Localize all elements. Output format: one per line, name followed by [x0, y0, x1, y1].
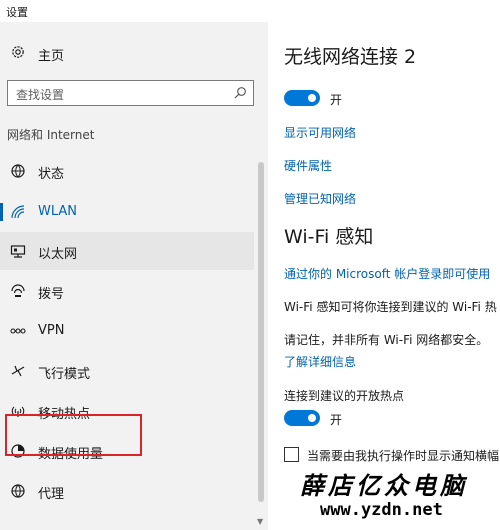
open-hotspots-toggle[interactable]	[284, 410, 320, 426]
sidebar-scrollbar[interactable]: ▼	[254, 22, 268, 530]
microsoft-account-link[interactable]: 通过你的 Microsoft 帐户登录即可使用	[284, 265, 490, 282]
scroll-down-icon[interactable]: ▼	[257, 517, 263, 526]
watermark: 薛店亿众电脑 www.yzdn.net	[300, 466, 496, 526]
sidebar-home-label: 主页	[38, 49, 65, 64]
wifi-sense-title: Wi-Fi 感知	[284, 226, 374, 248]
sidebar-item-label: 飞行模式	[38, 367, 91, 382]
sidebar-item-dialup[interactable]: 拨号	[0, 272, 262, 310]
sidebar-item-airplane[interactable]: 飞行模式	[0, 352, 262, 390]
gear-icon	[10, 44, 26, 60]
manage-known-networks-link[interactable]: 管理已知网络	[284, 190, 356, 207]
search-icon[interactable]	[232, 85, 248, 101]
sidebar-home[interactable]: 主页	[0, 40, 262, 66]
hardware-properties-link[interactable]: 硬件属性	[284, 157, 332, 174]
scroll-thumb[interactable]	[258, 162, 264, 502]
watermark-url: www.yzdn.net	[320, 500, 443, 520]
sidebar: 主页 查找设置 网络和 Internet 状态 WLAN 以太网 拨号 VPN …	[0, 22, 268, 530]
sidebar-item-wlan[interactable]: WLAN	[0, 193, 262, 231]
hotspot-highlight-box	[5, 414, 142, 456]
learn-more-link[interactable]: 了解详细信息	[284, 353, 356, 370]
globe-status-icon	[9, 162, 27, 180]
open-hotspots-label: 连接到建议的开放热点	[284, 389, 405, 403]
active-indicator	[0, 203, 3, 221]
sidebar-item-proxy[interactable]: 代理	[0, 472, 262, 510]
wifi-toggle-label: 开	[330, 93, 343, 107]
dialup-icon	[9, 282, 27, 300]
page-title: 无线网络连接 2	[284, 46, 417, 68]
sidebar-item-label: VPN	[38, 323, 65, 338]
window-title: 设置	[6, 6, 28, 19]
sidebar-item-label: 拨号	[38, 287, 65, 302]
watermark-brand: 薛店亿众电脑	[300, 471, 468, 500]
security-warning-text: 请记住，并非所有 Wi-Fi 网络都安全。	[284, 333, 489, 347]
sidebar-item-label: 状态	[38, 167, 65, 182]
wifi-sense-description: Wi-Fi 感知可将你连接到建议的 Wi-Fi 热	[284, 300, 497, 314]
ethernet-icon	[9, 242, 27, 260]
section-title: 网络和 Internet	[7, 128, 95, 142]
globe-icon	[9, 482, 27, 500]
search-placeholder: 查找设置	[16, 88, 65, 102]
sidebar-item-label: 以太网	[38, 247, 78, 262]
airplane-icon	[9, 362, 27, 380]
search-input[interactable]: 查找设置	[7, 80, 254, 106]
notify-checkbox[interactable]	[284, 447, 299, 462]
open-hotspots-toggle-label: 开	[330, 413, 343, 427]
sidebar-item-label: WLAN	[38, 204, 78, 219]
title-bar: 设置	[0, 0, 500, 22]
vpn-icon	[9, 322, 27, 340]
wifi-toggle[interactable]	[284, 90, 320, 106]
sidebar-item-label: 代理	[38, 487, 65, 502]
sidebar-item-ethernet[interactable]: 以太网	[0, 232, 262, 270]
main-pane: 无线网络连接 2 开 显示可用网络 硬件属性 管理已知网络 Wi-Fi 感知 通…	[268, 22, 500, 530]
notify-checkbox-label: 当需要由我执行操作时显示通知横幅	[307, 449, 500, 463]
sidebar-item-vpn[interactable]: VPN	[0, 312, 262, 350]
show-networks-link[interactable]: 显示可用网络	[284, 124, 356, 141]
sidebar-item-status[interactable]: 状态	[0, 152, 262, 190]
wifi-icon	[9, 203, 27, 221]
